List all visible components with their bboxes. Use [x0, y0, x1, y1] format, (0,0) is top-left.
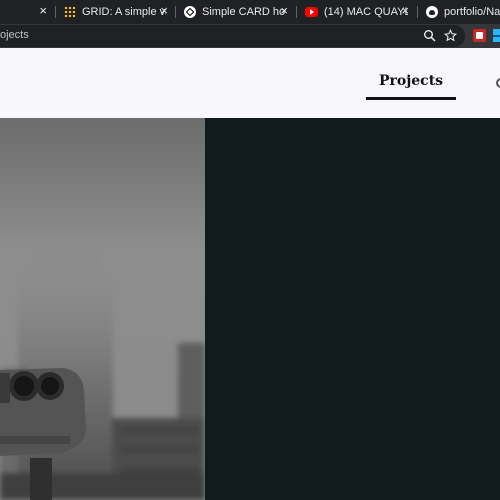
tab-close-icon[interactable]: ×	[401, 4, 409, 18]
extension-icon[interactable]	[493, 29, 500, 42]
youtube-icon	[305, 7, 318, 17]
nav-link-partial[interactable]	[496, 78, 500, 88]
tab-title: (14) MAC QUAYLE -	[324, 6, 408, 18]
browser-tab-grid[interactable]: GRID: A simple visual ×	[56, 0, 174, 24]
tab-title: GRID: A simple visual	[82, 6, 166, 18]
browser-tab-github[interactable]: portfolio/Nav.js	[418, 0, 500, 24]
grid-dots-icon	[64, 6, 76, 18]
extension-icon[interactable]	[473, 29, 486, 42]
address-bar[interactable]	[0, 25, 465, 47]
zoom-icon[interactable]	[423, 29, 436, 45]
tab-title: Simple CARD hover	[202, 6, 286, 18]
github-icon	[426, 6, 438, 18]
hero-dark-panel	[205, 118, 500, 500]
star-icon[interactable]	[443, 29, 458, 44]
site-navbar: Projects	[0, 48, 500, 118]
tab-close-icon[interactable]: ×	[39, 4, 47, 18]
active-nav-underline	[366, 97, 456, 100]
codepen-icon	[184, 6, 196, 18]
browser-toolbar	[0, 24, 500, 48]
tab-close-icon[interactable]: ×	[160, 4, 168, 18]
browser-tab-youtube[interactable]: (14) MAC QUAYLE - ×	[297, 0, 415, 24]
url-input[interactable]	[0, 29, 300, 41]
tab-title: portfolio/Nav.js	[444, 6, 500, 18]
browser-tab-active[interactable]: ×	[0, 0, 55, 24]
browser-tab-codepen[interactable]: Simple CARD hover ×	[176, 0, 294, 24]
browser-tab-strip: × GRID: A simple visual × Simple CARD ho…	[0, 0, 500, 24]
nav-link-projects[interactable]: Projects	[366, 73, 456, 89]
hero-photo	[0, 118, 205, 500]
tab-close-icon[interactable]: ×	[280, 4, 288, 18]
hero-image	[0, 118, 205, 500]
